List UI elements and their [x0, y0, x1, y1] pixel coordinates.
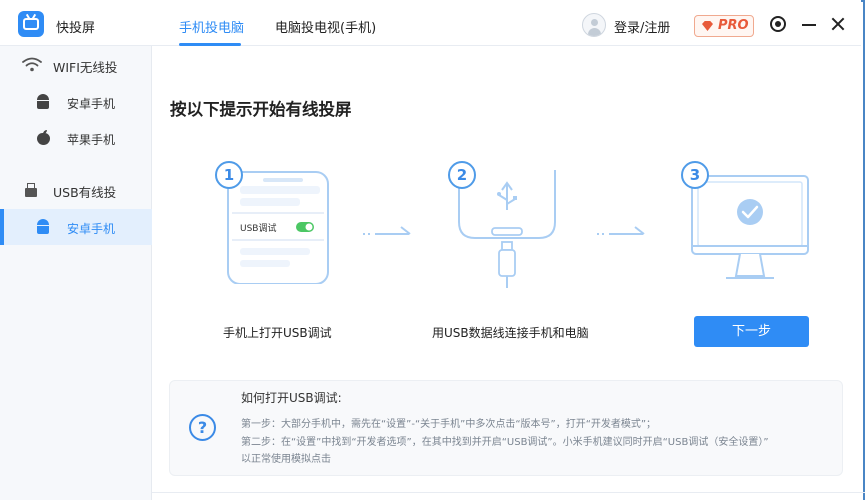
sidebar-group-label: USB有线投	[53, 185, 117, 200]
sidebar-item-label: 安卓手机	[67, 97, 116, 111]
avatar-icon[interactable]	[582, 13, 606, 37]
step-3-number: 3	[681, 161, 709, 189]
step-2-number: 2	[448, 161, 476, 189]
tab-pc-to-tv[interactable]: 电脑投电视(手机)	[275, 17, 376, 36]
help-line-3: 以正常使用模拟点击	[241, 454, 331, 465]
wifi-icon	[22, 57, 42, 72]
settings-icon[interactable]	[768, 14, 788, 34]
sidebar-group-wifi: WIFI无线投	[0, 47, 152, 83]
close-icon[interactable]	[828, 14, 848, 34]
active-tab-underline	[179, 43, 241, 46]
help-title: 如何打开USB调试:	[241, 391, 342, 405]
sidebar-item-wifi-android[interactable]: 安卓手机	[0, 84, 152, 120]
app-logo-icon	[18, 11, 44, 37]
step-1-text: 手机上打开USB调试	[223, 326, 332, 340]
arrow-right-icon	[363, 226, 411, 235]
android-icon	[36, 94, 50, 109]
sidebar-item-label: 安卓手机	[67, 222, 116, 236]
step-1-number: 1	[215, 161, 243, 189]
help-line-2: 第二步：在“设置”中找到“开发者选项”，在其中找到并开启“USB调试”。小米手机…	[241, 437, 769, 448]
apple-icon	[37, 130, 50, 145]
tab-phone-to-pc[interactable]: 手机投电脑	[179, 17, 244, 36]
usb-icon	[25, 183, 37, 197]
monitor-connected-illustration	[691, 175, 809, 279]
arrow-right-icon	[597, 226, 645, 235]
sidebar-group-usb: USB有线投	[0, 172, 152, 208]
sidebar-item-label: 苹果手机	[67, 133, 116, 147]
login-register-link[interactable]: 登录/注册	[614, 17, 670, 36]
next-step-button[interactable]: 下一步	[694, 316, 809, 347]
app-name: 快投屏	[56, 21, 96, 36]
help-panel: ? 如何打开USB调试: 第一步：大部分手机中，需先在“设置”-“关于手机”中多…	[169, 380, 843, 476]
help-line-1: 第一步：大部分手机中，需先在“设置”-“关于手机”中多次点击“版本号”，打开“开…	[241, 419, 657, 430]
usb-cable-illustration	[458, 170, 556, 288]
sidebar-group-label: WIFI无线投	[53, 60, 118, 75]
android-icon	[36, 219, 50, 234]
title-bar: 快投屏 手机投电脑 电脑投电视(手机) 登录/注册 PRO	[0, 0, 861, 46]
usb-debug-label: USB调试	[240, 224, 277, 234]
minimize-icon[interactable]	[799, 14, 819, 34]
sidebar: WIFI无线投 安卓手机 苹果手机 USB有线投 安卓手机	[0, 46, 152, 500]
step-2-text: 用USB数据线连接手机和电脑	[432, 326, 589, 340]
sidebar-item-wifi-apple[interactable]: 苹果手机	[0, 120, 152, 156]
divider	[152, 492, 865, 493]
pro-label: PRO	[718, 18, 749, 33]
pro-badge-button[interactable]: PRO	[694, 15, 754, 37]
sidebar-item-usb-android[interactable]: 安卓手机	[0, 209, 152, 245]
page-title: 按以下提示开始有线投屏	[170, 100, 352, 119]
question-icon: ?	[189, 414, 216, 441]
diamond-icon	[702, 21, 713, 31]
